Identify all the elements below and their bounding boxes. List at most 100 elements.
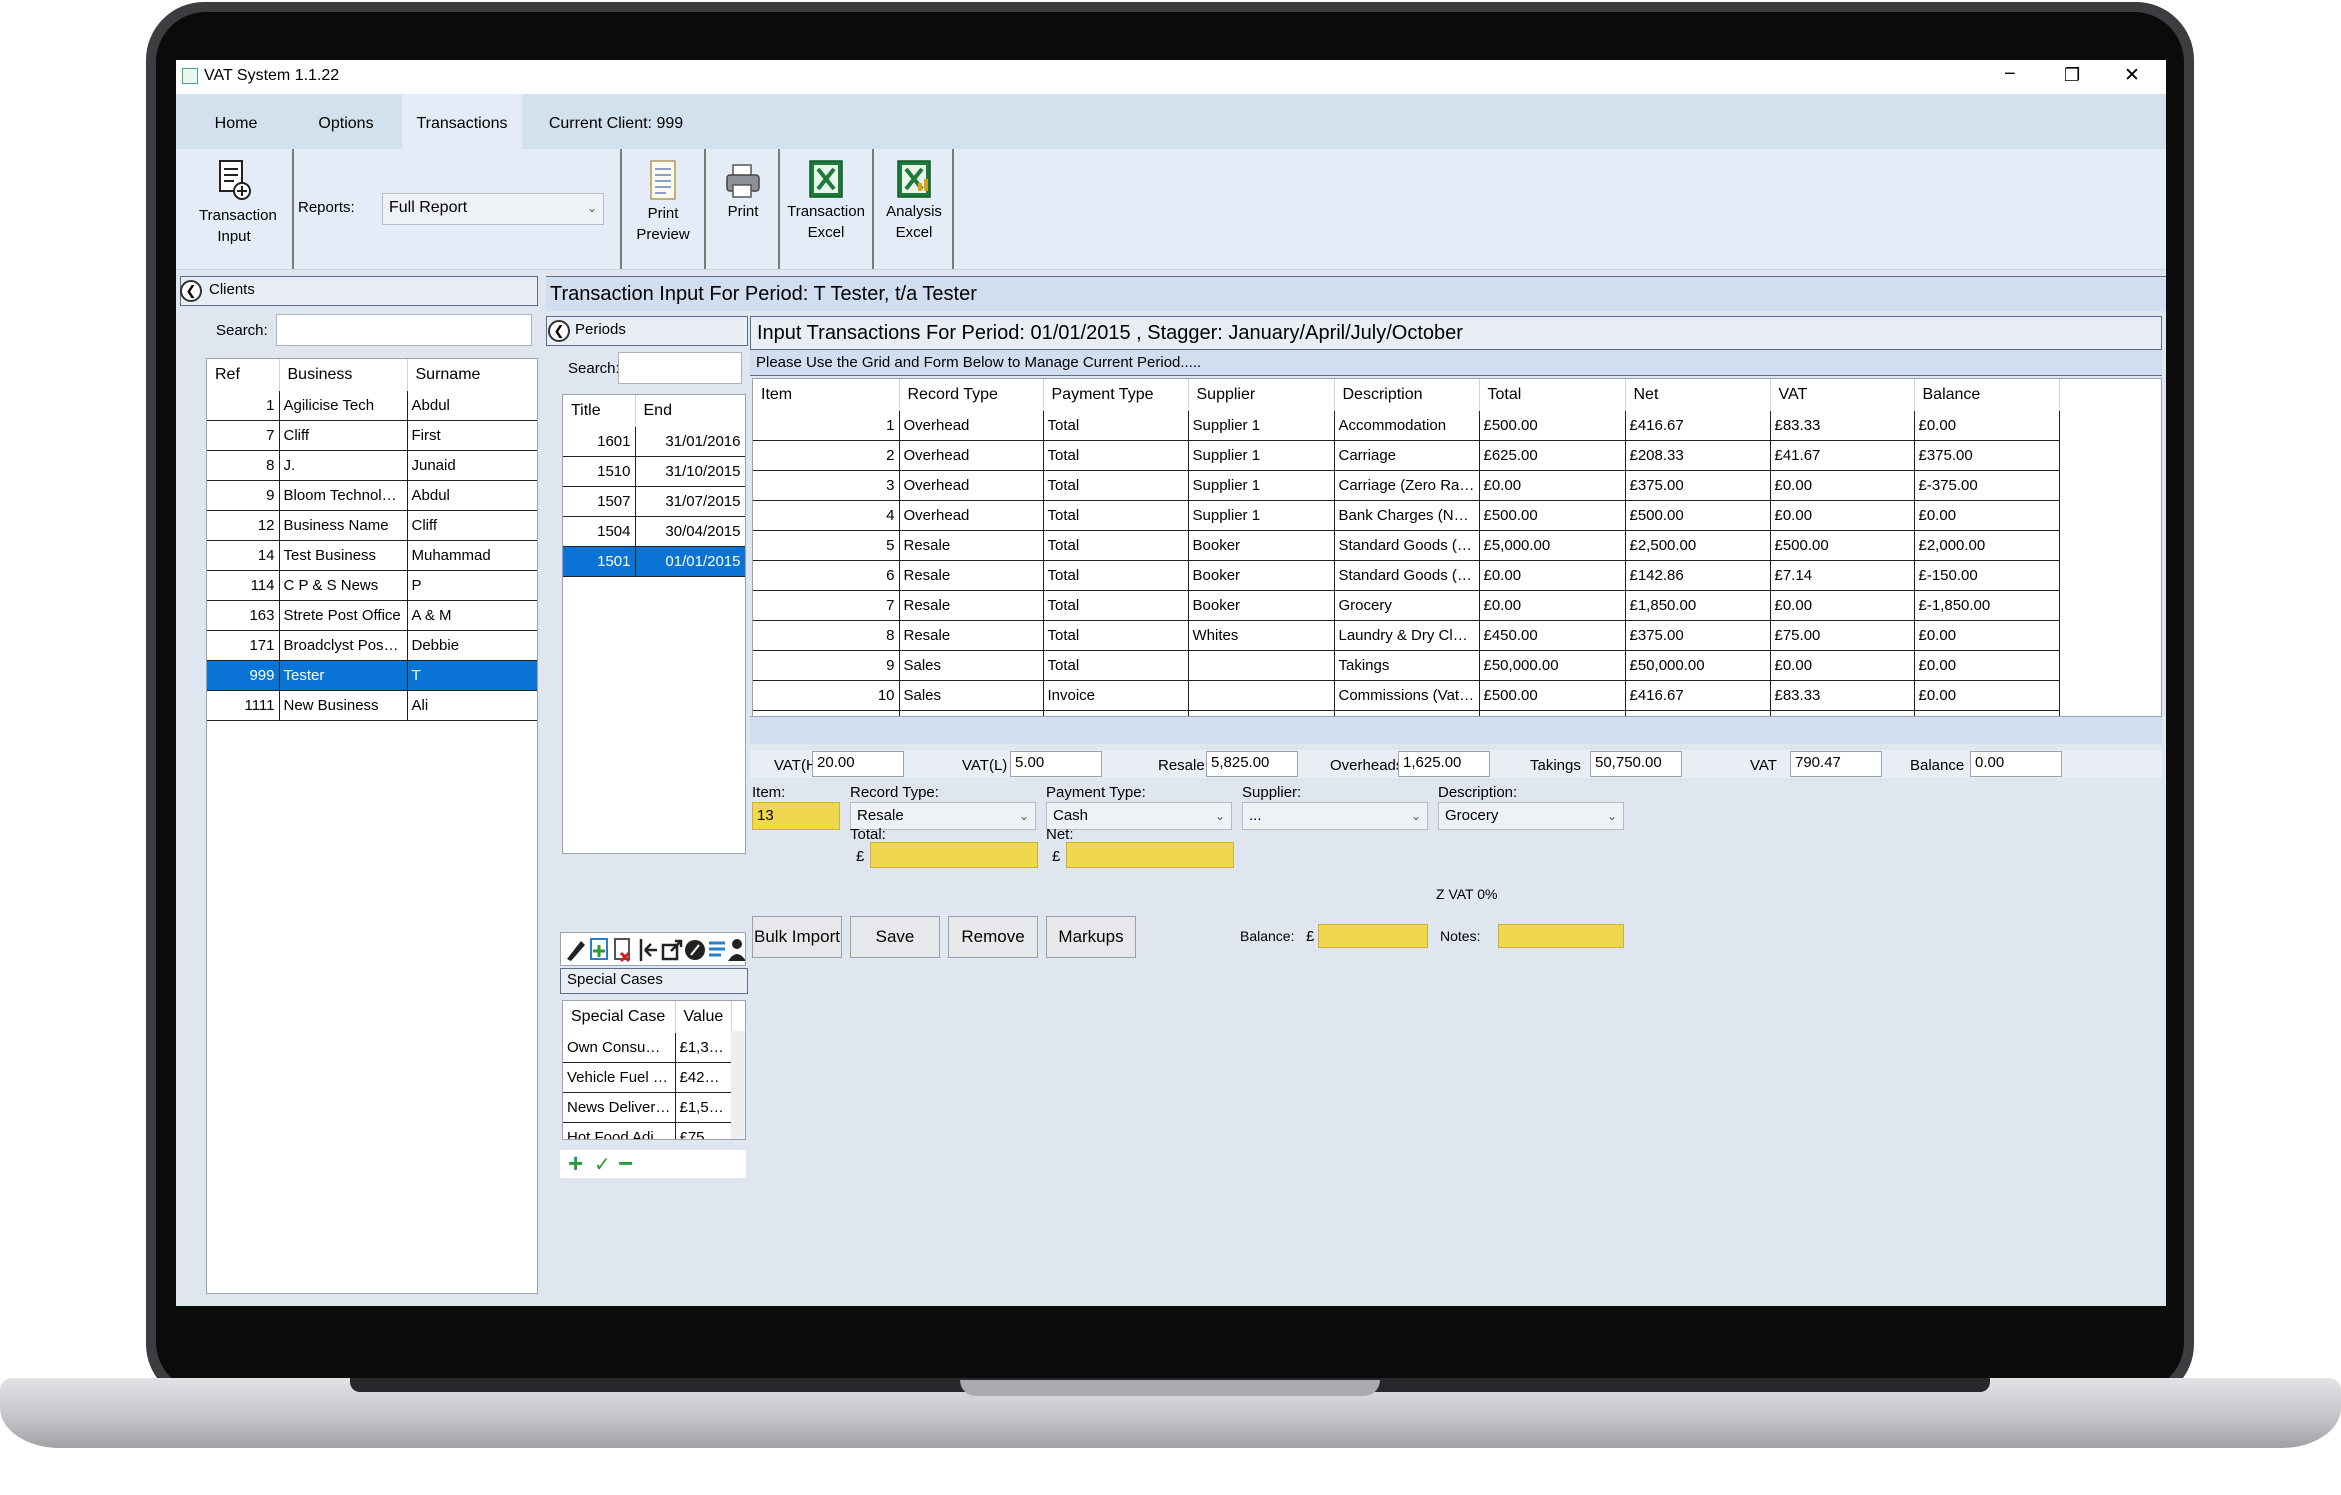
column-header-title[interactable]: Title — [563, 395, 636, 427]
tab-home[interactable]: Home — [186, 94, 286, 149]
export-icon[interactable] — [661, 939, 683, 961]
transaction-payment-type-cell[interactable]: Total — [1043, 440, 1189, 471]
save-button[interactable]: Save — [850, 916, 940, 958]
transaction-record-type-cell[interactable]: Resale — [899, 530, 1044, 561]
special-case-value-cell[interactable]: £420.00 — [675, 1062, 732, 1093]
transaction-payment-type-cell[interactable]: Total — [1043, 500, 1189, 531]
client-business-cell[interactable]: Tester — [279, 660, 408, 691]
transaction-vat-cell[interactable]: £0.00 — [1770, 590, 1915, 621]
collapse-periods-icon[interactable]: ❮ — [548, 320, 570, 342]
transaction-description-cell[interactable]: Standard Goods (Lo... — [1334, 560, 1480, 591]
minimize-button[interactable]: − — [2004, 63, 2016, 86]
add-special-case-icon[interactable]: + — [568, 1148, 583, 1179]
column-header-ref[interactable]: Ref — [207, 359, 280, 391]
user-icon[interactable] — [728, 939, 746, 961]
transaction-total-cell[interactable]: £625.00 — [1479, 440, 1626, 471]
special-case-value-cell[interactable]: £1,500.00 — [675, 1092, 732, 1123]
tab-options[interactable]: Options — [296, 94, 396, 149]
client-ref-cell[interactable]: 8 — [207, 450, 280, 481]
transaction-supplier-cell[interactable]: Booker — [1188, 590, 1335, 621]
client-business-cell[interactable]: C P & S News — [279, 570, 408, 601]
transaction-supplier-cell[interactable]: Supplier 1 — [1188, 500, 1335, 531]
transaction-balance-cell[interactable]: £-1,850.00 — [1914, 590, 2060, 621]
transaction-record-type-cell[interactable]: Overhead — [899, 500, 1044, 531]
transaction-vat-cell[interactable]: £500.00 — [1770, 530, 1915, 561]
period-title-cell[interactable]: 1504 — [563, 516, 636, 547]
transaction-description-cell[interactable]: Commissions (Vata... — [1334, 680, 1480, 711]
client-business-cell[interactable]: Broadclyst Post O... — [279, 630, 408, 661]
period-title-cell[interactable]: 1507 — [563, 486, 636, 517]
print-preview-button[interactable]: Print Preview — [624, 149, 702, 269]
transaction-row[interactable]: 10 Sales Invoice Commissions (Vata... £500.0… — [753, 680, 2060, 711]
transaction-total-cell[interactable]: £5,000.00 — [1479, 530, 1626, 561]
collapse-clients-icon[interactable]: ❮ — [180, 280, 202, 302]
transaction-balance-cell[interactable]: £0.00 — [1914, 500, 2060, 531]
transaction-net-cell[interactable]: £500.00 — [1625, 500, 1771, 531]
client-surname-cell[interactable]: T — [407, 660, 537, 691]
special-case-name-cell[interactable]: News Delivery Charges — [563, 1092, 676, 1123]
client-business-cell[interactable]: Bloom Technologi... — [279, 480, 408, 511]
transaction-record-type-cell[interactable]: Sales — [899, 680, 1044, 711]
transaction-vat-cell[interactable]: £41.67 — [1770, 440, 1915, 471]
client-surname-cell[interactable]: P — [407, 570, 537, 601]
payment-type-dropdown[interactable]: Cash ⌄ — [1046, 802, 1232, 830]
client-business-cell[interactable]: Business Name — [279, 510, 408, 541]
column-header-net[interactable]: Net — [1625, 379, 1771, 411]
special-case-name-cell[interactable]: Hot Food Adjustment — [563, 1122, 676, 1139]
client-row[interactable]: 12 Business Name Cliff — [207, 510, 537, 541]
bulk-import-button[interactable]: Bulk Import — [752, 916, 842, 958]
transaction-item-cell[interactable]: 10 — [753, 680, 900, 711]
column-header-total[interactable]: Total — [1479, 379, 1626, 411]
transaction-row[interactable]: 4 Overhead Total Supplier 1 Bank Charges (No… — [753, 500, 2060, 531]
client-row[interactable]: 999 Tester T — [207, 660, 537, 691]
transaction-payment-type-cell[interactable]: Total — [1043, 530, 1189, 561]
description-dropdown[interactable]: Grocery ⌄ — [1438, 802, 1624, 830]
transaction-item-cell[interactable]: 2 — [753, 440, 900, 471]
special-case-row[interactable]: News Delivery Charges£1,500.00 — [563, 1092, 732, 1123]
transaction-balance-cell[interactable]: £-375.00 — [1914, 470, 2060, 501]
transaction-item-cell[interactable]: 1 — [753, 411, 900, 441]
transaction-net-cell[interactable]: £208.33 — [1625, 440, 1771, 471]
transaction-vat-cell[interactable]: £83.33 — [1770, 680, 1915, 711]
transaction-input-button[interactable]: Transaction Input — [186, 149, 282, 269]
transaction-balance-cell[interactable]: £0.00 — [1914, 411, 2060, 441]
period-title-cell[interactable]: 1601 — [563, 427, 636, 457]
column-header-value[interactable]: Value — [675, 1001, 732, 1033]
transaction-net-cell[interactable]: £375.00 — [1625, 620, 1771, 651]
transaction-vat-cell[interactable]: £0.00 — [1770, 470, 1915, 501]
column-header-business[interactable]: Business — [279, 359, 408, 391]
transaction-payment-type-cell[interactable]: Total — [1043, 411, 1189, 441]
transaction-description-cell[interactable]: Carriage — [1334, 440, 1480, 471]
client-business-cell[interactable]: Test Business — [279, 540, 408, 571]
column-header-payment-type[interactable]: Payment Type — [1043, 379, 1189, 411]
client-surname-cell[interactable]: Debbie — [407, 630, 537, 661]
periods-search-input[interactable] — [618, 352, 742, 384]
client-business-cell[interactable]: Strete Post Office — [279, 600, 408, 631]
client-row[interactable]: 1 Agilicise Tech Abdul — [207, 391, 537, 421]
transaction-total-cell[interactable]: £500.00 — [1479, 411, 1626, 441]
transaction-row[interactable]: 8 Resale Total Whites Laundry & Dry Clea... £… — [753, 620, 2060, 651]
period-row[interactable]: 1501 01/01/2015 — [563, 546, 745, 577]
transaction-excel-button[interactable]: Transaction Excel — [782, 149, 870, 269]
client-surname-cell[interactable]: Ali — [407, 690, 537, 721]
client-ref-cell[interactable]: 1111 — [207, 690, 280, 721]
analysis-excel-button[interactable]: Analysis Excel — [876, 149, 952, 269]
client-surname-cell[interactable]: Abdul — [407, 391, 537, 421]
transaction-row[interactable]: 6 Resale Total Booker Standard Goods (Lo... £… — [753, 560, 2060, 591]
transaction-net-cell[interactable]: £375.00 — [1625, 470, 1771, 501]
transaction-supplier-cell[interactable] — [1188, 650, 1335, 681]
transaction-supplier-cell[interactable]: Supplier 1 — [1188, 440, 1335, 471]
client-row[interactable]: 9 Bloom Technologi... Abdul — [207, 480, 537, 511]
column-header-special-case[interactable]: Special Case — [563, 1001, 676, 1033]
transaction-total-cell[interactable]: £500.00 — [1479, 500, 1626, 531]
transaction-balance-cell[interactable]: £-150.00 — [1914, 560, 2060, 591]
transaction-description-cell[interactable]: Takings — [1334, 650, 1480, 681]
transaction-row[interactable]: 9 Sales Total Takings £50,000.00 £50,000.00 £0… — [753, 650, 2060, 681]
transaction-total-cell[interactable]: £0.00 — [1479, 590, 1626, 621]
transaction-supplier-cell[interactable]: Whites — [1188, 620, 1335, 651]
transaction-payment-type-cell[interactable]: Total — [1043, 650, 1189, 681]
supplier-dropdown[interactable]: ... ⌄ — [1242, 802, 1428, 830]
client-row[interactable]: 14 Test Business Muhammad — [207, 540, 537, 571]
period-row[interactable]: 1507 31/07/2015 — [563, 486, 745, 517]
column-header-surname[interactable]: Surname — [407, 359, 537, 391]
